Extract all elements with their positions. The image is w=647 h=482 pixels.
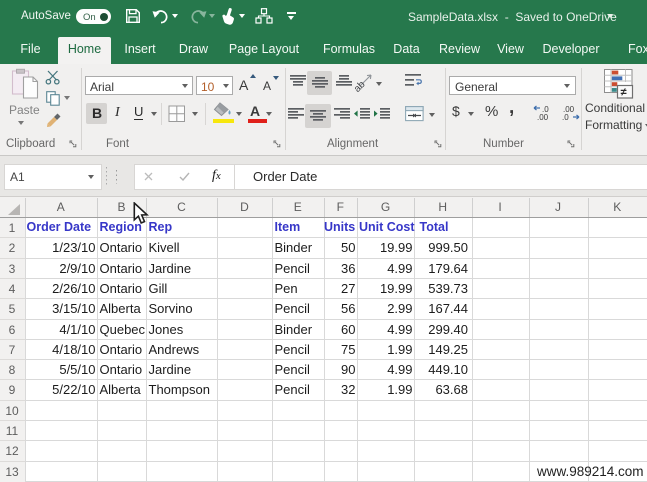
svg-text:.0: .0 xyxy=(562,113,569,121)
svg-text:≠: ≠ xyxy=(621,87,627,99)
svg-text:.00: .00 xyxy=(537,113,549,121)
